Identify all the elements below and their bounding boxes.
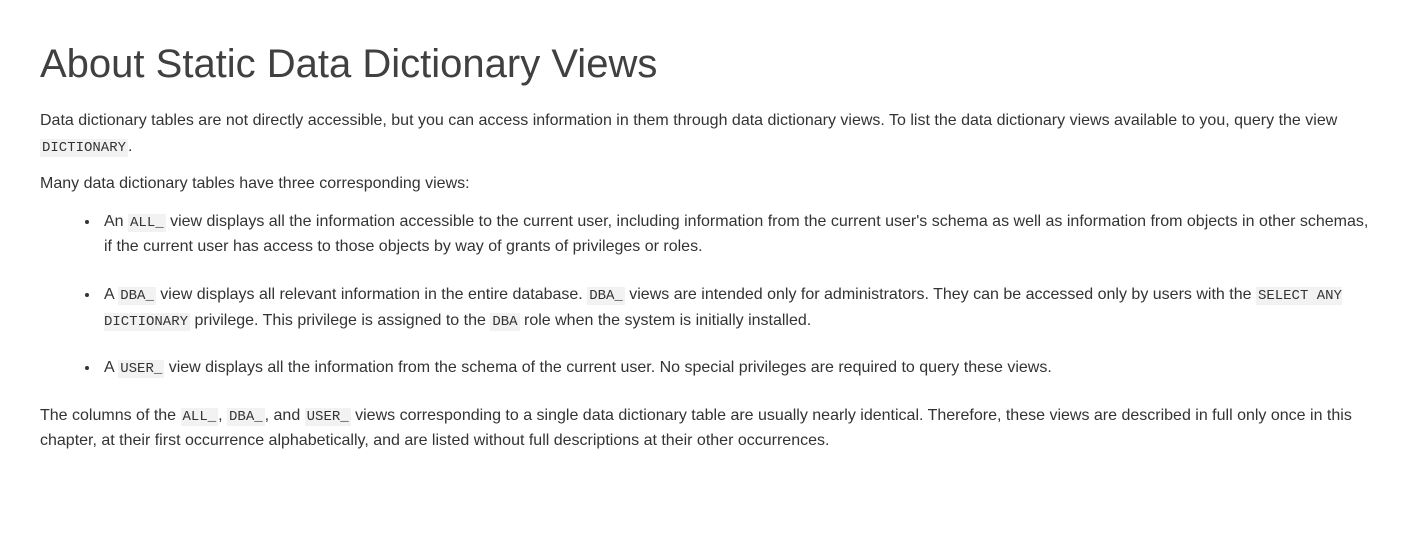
text: A bbox=[104, 359, 118, 376]
page-title: About Static Data Dictionary Views bbox=[40, 40, 1370, 88]
code-user: USER_ bbox=[118, 360, 164, 378]
text: view displays all the information from t… bbox=[164, 359, 1052, 376]
code-dictionary: DICTIONARY bbox=[40, 139, 128, 157]
list-item: An ALL_ view displays all the informatio… bbox=[100, 209, 1370, 260]
views-list: An ALL_ view displays all the informatio… bbox=[40, 209, 1370, 381]
intro-paragraph-2: Many data dictionary tables have three c… bbox=[40, 171, 1370, 197]
text: A bbox=[104, 286, 118, 303]
code-dba: DBA_ bbox=[587, 287, 625, 305]
list-item: A DBA_ view displays all relevant inform… bbox=[100, 282, 1370, 333]
code-dba-role: DBA bbox=[490, 313, 519, 331]
text: view displays all relevant information i… bbox=[156, 286, 587, 303]
text: privilege. This privilege is assigned to… bbox=[190, 312, 490, 329]
intro-paragraph-1: Data dictionary tables are not directly … bbox=[40, 108, 1370, 159]
text: role when the system is initially instal… bbox=[520, 312, 812, 329]
text: views are intended only for administrato… bbox=[625, 286, 1256, 303]
text: Data dictionary tables are not directly … bbox=[40, 112, 1337, 129]
text: , bbox=[218, 407, 227, 424]
code-all: ALL_ bbox=[128, 214, 166, 232]
text: , and bbox=[265, 407, 305, 424]
text: view displays all the information access… bbox=[104, 213, 1368, 256]
code-all: ALL_ bbox=[181, 408, 219, 426]
code-dba: DBA_ bbox=[118, 287, 156, 305]
text: The columns of the bbox=[40, 407, 181, 424]
code-dba: DBA_ bbox=[227, 408, 265, 426]
list-item: A USER_ view displays all the informatio… bbox=[100, 355, 1370, 381]
text: An bbox=[104, 213, 128, 230]
text: . bbox=[128, 138, 132, 155]
code-user: USER_ bbox=[305, 408, 351, 426]
outro-paragraph: The columns of the ALL_, DBA_, and USER_… bbox=[40, 403, 1370, 454]
